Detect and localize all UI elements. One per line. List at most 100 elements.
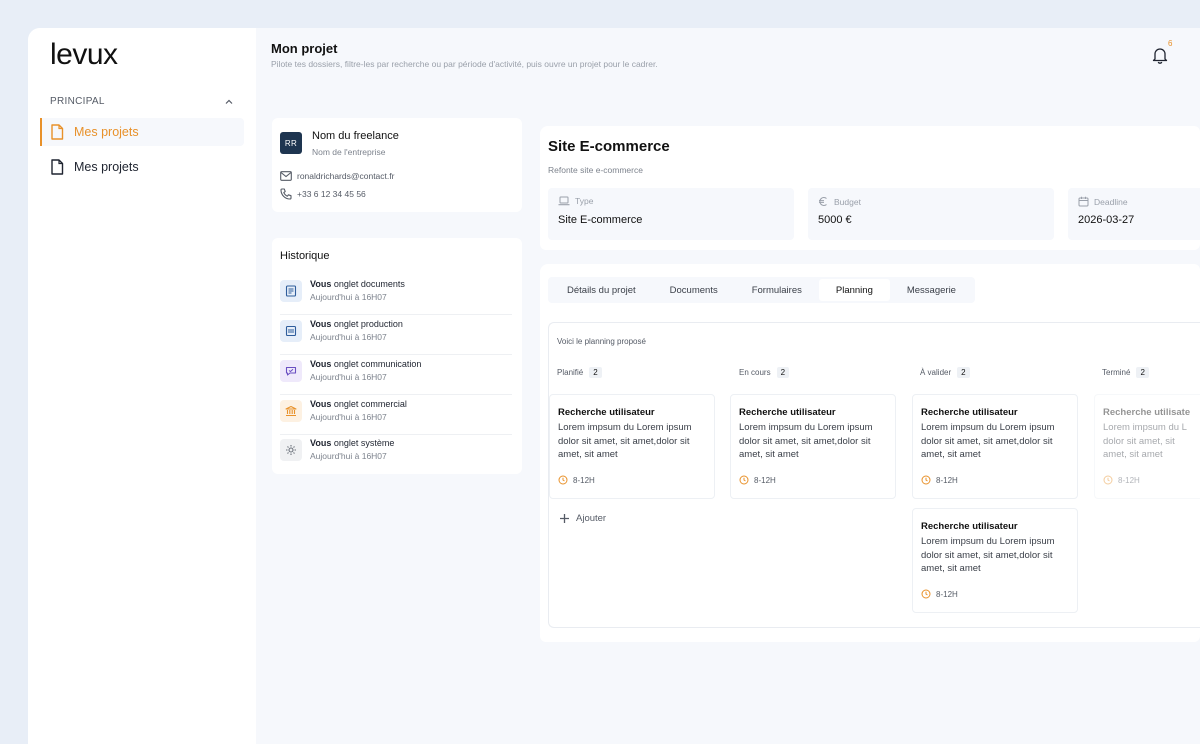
history-title: Historique	[280, 250, 330, 262]
clock-icon	[1103, 475, 1113, 485]
bank-icon	[280, 400, 302, 422]
add-task-label: Ajouter	[576, 513, 607, 524]
task-description: Lorem impsum du Lorem ipsum dolor sit am…	[739, 422, 873, 460]
sidebar-section-label: PRINCIPAL	[50, 96, 105, 107]
history-item[interactable]: Vous onglet documents Aujourd'hui à 16H0…	[280, 276, 512, 315]
history-item[interactable]: Vous onglet commercial Aujourd'hui à 16H…	[280, 396, 512, 435]
history-item[interactable]: Vous onglet production Aujourd'hui à 16H…	[280, 316, 512, 355]
history-item-text: Vous onglet documents	[310, 279, 405, 289]
mail-icon	[280, 171, 292, 181]
task-card[interactable]: Recherche utilisate Lorem impsum du L do…	[1094, 394, 1200, 499]
tab-documents[interactable]: Documents	[653, 279, 735, 301]
history-item-time: Aujourd'hui à 16H07	[310, 412, 387, 422]
task-card[interactable]: Recherche utilisateur Lorem impsum du Lo…	[912, 394, 1078, 499]
sidebar-item-mes-projets[interactable]: Mes projets	[40, 153, 244, 181]
clock-icon	[921, 475, 931, 485]
freelance-email-row[interactable]: ronaldrichards@contact.fr	[280, 171, 394, 181]
stat-deadline: Deadline 2026-03-27	[1068, 188, 1200, 240]
chevron-up-icon[interactable]	[224, 97, 234, 107]
task-time: 8-12H	[936, 475, 958, 485]
tab-formulaires[interactable]: Formulaires	[735, 279, 819, 301]
planning-board: Voici le planning proposé Planifié 2 En c…	[548, 322, 1200, 628]
tab-planning[interactable]: Planning	[818, 279, 890, 301]
freelance-name: Nom du freelance	[312, 130, 399, 142]
column-header-a-valider: À valider 2	[920, 367, 970, 378]
page-title: Mon projet	[271, 41, 338, 56]
logo: levux	[50, 38, 118, 71]
freelance-card: RR Nom du freelance Nom de l'entreprise …	[272, 118, 522, 212]
production-icon	[280, 320, 302, 342]
column-header-planifie: Planifié 2	[557, 367, 602, 378]
project-card: Site E-commerce Refonte site e-commerce …	[540, 126, 1200, 250]
clock-icon	[921, 589, 931, 599]
task-time: 8-12H	[573, 475, 595, 485]
freelance-company: Nom de l'entreprise	[312, 147, 386, 157]
sidebar-item-label: Mes projets	[74, 160, 139, 174]
history-item[interactable]: Vous onglet système Aujourd'hui à 16H07	[280, 435, 512, 474]
stat-value: Site E-commerce	[558, 214, 643, 226]
history-item-text: Vous onglet communication	[310, 359, 422, 369]
history-item-time: Aujourd'hui à 16H07	[310, 451, 387, 461]
task-title: Recherche utilisateur	[558, 407, 655, 418]
project-subtitle: Refonte site e-commerce	[548, 165, 643, 175]
history-item-text: Vous onglet production	[310, 319, 403, 329]
euro-icon	[819, 196, 827, 207]
calendar-icon	[1078, 196, 1089, 207]
task-title: Recherche utilisateur	[739, 407, 836, 418]
sidebar-section-header[interactable]: PRINCIPAL	[50, 96, 234, 107]
task-title: Recherche utilisateur	[921, 521, 1018, 532]
clock-icon	[739, 475, 749, 485]
column-header-termine: Terminé 2	[1102, 367, 1149, 378]
laptop-icon	[558, 196, 570, 206]
stat-value: 5000 €	[818, 214, 852, 226]
task-card[interactable]: Recherche utilisateur Lorem impsum du Lo…	[730, 394, 896, 499]
task-description: Lorem impsum du Lorem ipsum dolor sit am…	[921, 536, 1055, 574]
task-time: 8-12H	[1118, 475, 1140, 485]
tab-details[interactable]: Détails du projet	[550, 279, 653, 301]
freelance-phone-row[interactable]: +33 6 12 34 45 56	[280, 188, 366, 200]
history-item-time: Aujourd'hui à 16H07	[310, 372, 387, 382]
file-icon	[51, 124, 64, 140]
planning-intro: Voici le planning proposé	[557, 337, 646, 346]
task-title: Recherche utilisateur	[921, 407, 1018, 418]
file-icon	[51, 159, 64, 175]
task-description: Lorem impsum du L dolor sit amet, sit am…	[1103, 422, 1187, 460]
bell-icon[interactable]	[1152, 46, 1168, 64]
task-card[interactable]: Recherche utilisateur Lorem impsum du Lo…	[912, 508, 1078, 613]
task-card[interactable]: Recherche utilisateur Lorem impsum du Lo…	[549, 394, 715, 499]
column-count-badge: 2	[957, 367, 970, 378]
history-item[interactable]: Vous onglet communication Aujourd'hui à …	[280, 356, 512, 395]
stat-type: Type Site E-commerce	[548, 188, 794, 240]
communication-icon	[280, 360, 302, 382]
gear-icon	[280, 439, 302, 461]
task-time: 8-12H	[936, 589, 958, 599]
history-item-text: Vous onglet système	[310, 438, 395, 448]
task-time: 8-12H	[754, 475, 776, 485]
stat-label: Deadline	[1094, 196, 1128, 207]
tab-messagerie[interactable]: Messagerie	[890, 279, 973, 301]
stat-value: 2026-03-27	[1078, 214, 1135, 226]
avatar: RR	[280, 132, 302, 154]
tab-bar: Détails du projet Documents Formulaires …	[548, 277, 975, 303]
task-description: Lorem impsum du Lorem ipsum dolor sit am…	[558, 422, 692, 460]
history-item-time: Aujourd'hui à 16H07	[310, 332, 387, 342]
sidebar-item-label: Mes projets	[74, 125, 139, 139]
stat-budget: Budget 5000 €	[808, 188, 1054, 240]
app-window: levux PRINCIPAL Mes projets Mes projets …	[28, 28, 1200, 744]
notification-count: 6	[1168, 39, 1173, 48]
column-count-badge: 2	[776, 367, 790, 378]
task-description: Lorem impsum du Lorem ipsum dolor sit am…	[921, 422, 1055, 460]
freelance-phone: +33 6 12 34 45 56	[297, 189, 366, 199]
project-title: Site E-commerce	[548, 138, 670, 155]
document-icon	[280, 280, 302, 302]
stat-label: Budget	[834, 196, 861, 207]
plus-icon	[560, 514, 569, 523]
phone-icon	[280, 188, 292, 200]
freelance-email: ronaldrichards@contact.fr	[297, 171, 395, 181]
stat-label: Type	[575, 196, 594, 206]
add-task-button[interactable]: Ajouter	[559, 513, 606, 524]
sidebar-item-mes-projets-active[interactable]: Mes projets	[40, 118, 244, 146]
clock-icon	[558, 475, 568, 485]
history-item-text: Vous onglet commercial	[310, 399, 407, 409]
sidebar: levux PRINCIPAL Mes projets Mes projets	[28, 28, 256, 744]
